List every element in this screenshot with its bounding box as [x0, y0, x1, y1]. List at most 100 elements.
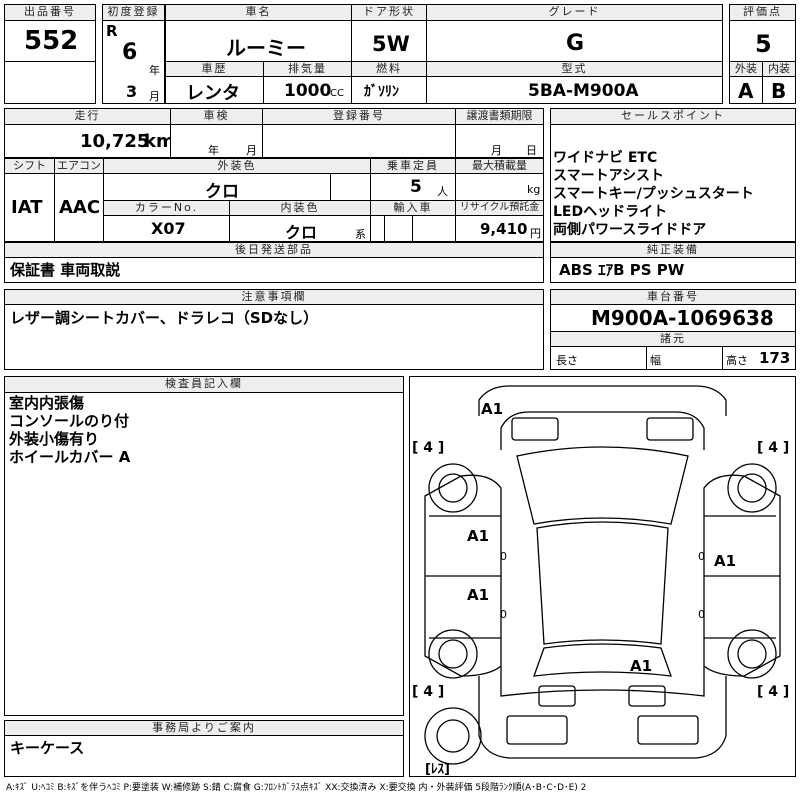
mileage-header: 走行	[4, 108, 171, 125]
car-diagram	[424, 385, 781, 765]
year-unit: 年	[149, 64, 160, 77]
ac-header: エアコン	[54, 158, 104, 174]
sales-points-header: セールスポイント	[550, 108, 796, 125]
interior-color: クロ	[285, 223, 318, 242]
era-letter: R	[106, 22, 118, 40]
lot-number-header: 出品番号	[4, 4, 96, 21]
legend: A:ｷｽﾞ U:ﾍｺﾐ B:ｷｽﾞを伴うﾍｺﾐ P:要塗装 W:補修跡 S:錆 …	[6, 783, 587, 793]
zero-mark: 0	[500, 550, 507, 563]
inspector-notes-header: 検査員記入欄	[4, 376, 404, 393]
interior-color-suffix: 系	[355, 228, 366, 241]
lot-number: 552	[24, 26, 79, 56]
recycle-fee: 9,410	[480, 220, 528, 238]
ac: AAC	[59, 197, 101, 218]
inspection-month-unit: 月	[246, 144, 257, 157]
history: レンタ	[186, 83, 240, 104]
wheel-rear-right-inner	[737, 639, 767, 669]
wheel-front-right	[727, 463, 777, 513]
interior-grade: B	[771, 79, 787, 103]
registration-number-cell	[262, 124, 456, 158]
rear-lamp-right	[637, 715, 699, 745]
recycle-header: リサイクル預託金	[455, 200, 544, 216]
transfer-day-unit: 日	[526, 144, 537, 157]
score-header: 評価点	[729, 4, 796, 21]
later-parts-header: 後日発送部品	[4, 242, 544, 258]
damage-mark-left-rear-door: A1	[467, 586, 490, 604]
max-load-header: 最大積載量	[455, 158, 544, 174]
length-label: 長さ	[556, 354, 578, 367]
office-note: キーケース	[10, 739, 85, 757]
door-header: ドア形状	[351, 4, 427, 21]
spare-tire-inner	[436, 719, 470, 753]
width-label: 幅	[650, 354, 661, 367]
wheel-rear-left	[428, 629, 478, 679]
inspection-year-unit: 年	[208, 144, 219, 157]
wheel-front-left-inner	[438, 473, 468, 503]
rear-hatch-outline	[500, 666, 705, 697]
capacity-header: 乗車定員	[370, 158, 456, 174]
import-cell	[370, 215, 456, 242]
door-type: 5W	[372, 32, 410, 56]
interior-grade-header: 内装	[762, 61, 796, 77]
tire-depth-front-left: [ 4 ]	[412, 440, 445, 456]
front-grille	[511, 417, 559, 441]
transfer-deadline-header: 譲渡書類期限	[455, 108, 544, 125]
shift: IAT	[11, 197, 43, 218]
model-code: 5BA-M900A	[528, 81, 639, 101]
damage-mark-right-door: A1	[714, 552, 737, 570]
ext-color-header: 外装色	[103, 158, 371, 174]
windshield-outline	[516, 446, 689, 525]
color-number-header: カラーNo.	[103, 200, 230, 216]
chassis-number: M900A-1069638	[591, 306, 774, 330]
displacement-header: 排気量	[263, 61, 352, 77]
import-divider	[384, 215, 413, 242]
grade-header: グレード	[426, 4, 723, 21]
color-number: X07	[151, 219, 186, 238]
score: 5	[755, 30, 772, 58]
zero-mark: 0	[698, 608, 705, 621]
equipment: ABS ｴｱB PS PW	[559, 261, 685, 279]
recycle-unit: 円	[530, 227, 541, 240]
ext-color-divider	[330, 173, 371, 201]
interior-color-header: 内装色	[229, 200, 371, 216]
tire-depth-rear-left: [ 4 ]	[412, 684, 445, 700]
office-header: 事務局よりご案内	[4, 720, 404, 736]
height-label: 高さ	[726, 354, 748, 367]
model-header: 型式	[426, 61, 723, 77]
transfer-month-unit: 月	[491, 144, 502, 157]
lot-blank-cell	[4, 61, 96, 104]
capacity: 5	[410, 177, 422, 197]
shift-header: シフト	[4, 158, 55, 174]
import-header: 輸入車	[370, 200, 456, 216]
history-header: 車歴	[165, 61, 264, 77]
ext-color: クロ	[205, 182, 239, 202]
caution-header: 注意事項欄	[4, 289, 544, 305]
fuel: ｶﾞｿﾘﾝ	[364, 84, 399, 100]
exterior-grade-header: 外装	[729, 61, 763, 77]
spare-tire	[424, 707, 482, 765]
tire-depth-rear-right: [ 4 ]	[757, 684, 790, 700]
capacity-unit: 人	[437, 185, 448, 198]
grade: G	[566, 31, 585, 56]
fuel-header: 燃料	[351, 61, 427, 77]
displacement: 1000	[284, 81, 332, 101]
damage-mark-left-front-door: A1	[467, 527, 490, 545]
front-grille-right	[646, 417, 694, 441]
cc-unit: CC	[330, 88, 344, 99]
exterior-grade: A	[738, 79, 754, 103]
load-unit: kg	[527, 183, 541, 196]
spare-tire-label: [ﾚｽ]	[425, 762, 450, 777]
damage-mark-front: A1	[481, 400, 504, 418]
month-unit: 月	[149, 90, 160, 103]
roof-outline	[536, 521, 669, 645]
registration-month: 3	[126, 82, 138, 101]
rear-plate-right	[628, 685, 666, 707]
registration-number-header: 登録番号	[262, 108, 456, 125]
wheel-rear-right	[727, 629, 777, 679]
rear-plate-left	[538, 685, 576, 707]
zero-mark: 0	[698, 550, 705, 563]
inspection-header: 車検	[170, 108, 263, 125]
car-name-header: 車名	[165, 4, 352, 21]
caution-note: レザー調シートカバー、ドラレコ（SDなし）	[10, 309, 319, 327]
specs-header: 諸元	[550, 331, 796, 347]
